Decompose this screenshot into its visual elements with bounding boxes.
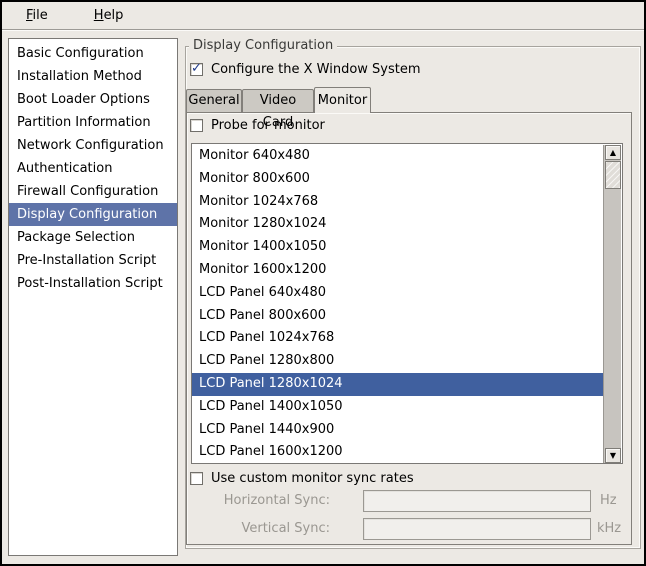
vertical-sync-input[interactable] (363, 518, 591, 540)
sidebar-item-network-configuration[interactable]: Network Configuration (9, 134, 177, 157)
sidebar-item-display-configuration[interactable]: Display Configuration (9, 203, 177, 226)
sidebar-item-installation-method[interactable]: Installation Method (9, 65, 177, 88)
horizontal-sync-unit: Hz (600, 490, 617, 512)
monitor-list-item[interactable]: LCD Panel 1400x1050 (192, 396, 604, 419)
sidebar-item-partition-information[interactable]: Partition Information (9, 111, 177, 134)
section-list: Basic Configuration Installation Method … (8, 38, 178, 556)
sidebar-item-pre-installation-script[interactable]: Pre-Installation Script (9, 249, 177, 272)
probe-for-monitor-label: Probe for monitor (211, 117, 325, 134)
up-arrow-icon: ▲ (610, 149, 616, 157)
sidebar-item-firewall-configuration[interactable]: Firewall Configuration (9, 180, 177, 203)
monitor-list-item[interactable]: LCD Panel 640x480 (192, 282, 604, 305)
vertical-sync-label: Vertical Sync: (152, 518, 330, 540)
custom-sync-rates-checkbox[interactable] (190, 472, 203, 485)
tab-monitor[interactable]: Monitor (314, 87, 371, 113)
monitor-list-item[interactable]: LCD Panel 1440x900 (192, 419, 604, 442)
kickstart-configurator-window: File Help Basic Configuration Installati… (0, 0, 646, 566)
scrollbar-down-button[interactable]: ▼ (605, 448, 621, 463)
horizontal-sync-input[interactable] (363, 490, 591, 512)
sidebar-item-package-selection[interactable]: Package Selection (9, 226, 177, 249)
menubar: File Help (2, 2, 644, 30)
monitor-list-item-selected[interactable]: LCD Panel 1280x1024 (192, 373, 604, 396)
monitor-list-item[interactable]: Monitor 640x480 (192, 145, 604, 168)
configure-x-checkbox[interactable]: ✓ (190, 63, 203, 76)
menu-help[interactable]: Help (88, 6, 130, 25)
monitor-list-item[interactable]: LCD Panel 1600x1200 (192, 441, 604, 464)
menu-file[interactable]: File (20, 6, 54, 25)
monitor-list-item[interactable]: LCD Panel 1024x768 (192, 327, 604, 350)
configure-x-label: Configure the X Window System (211, 61, 421, 78)
monitor-list-item[interactable]: LCD Panel 800x600 (192, 305, 604, 328)
monitor-list: Monitor 640x480 Monitor 800x600 Monitor … (191, 143, 623, 464)
monitor-list-item[interactable]: LCD Panel 1280x800 (192, 350, 604, 373)
sidebar-item-authentication[interactable]: Authentication (9, 157, 177, 180)
monitor-list-item[interactable]: Monitor 1400x1050 (192, 236, 604, 259)
frame-title: Display Configuration (189, 38, 337, 53)
monitor-list-item[interactable]: Monitor 1280x1024 (192, 213, 604, 236)
scrollbar-thumb[interactable] (605, 161, 621, 189)
sidebar-item-boot-loader-options[interactable]: Boot Loader Options (9, 88, 177, 111)
vertical-sync-unit: kHz (597, 518, 621, 540)
monitor-list-item[interactable]: Monitor 1600x1200 (192, 259, 604, 282)
down-arrow-icon: ▼ (610, 452, 616, 460)
tab-video-card[interactable]: Video Card (242, 89, 314, 112)
horizontal-sync-label: Horizontal Sync: (152, 490, 330, 512)
monitor-list-item[interactable]: Monitor 1024x768 (192, 191, 604, 214)
checkmark-icon: ✓ (191, 61, 202, 77)
custom-sync-rates-label: Use custom monitor sync rates (211, 470, 414, 487)
sidebar-item-post-installation-script[interactable]: Post-Installation Script (9, 272, 177, 295)
monitor-list-item[interactable]: Monitor 800x600 (192, 168, 604, 191)
tab-general[interactable]: General (186, 89, 242, 112)
monitor-list-scrollbar[interactable]: ▲ ▼ (603, 145, 621, 463)
scrollbar-up-button[interactable]: ▲ (605, 145, 621, 160)
probe-for-monitor-checkbox[interactable] (190, 119, 203, 132)
sidebar-item-basic-configuration[interactable]: Basic Configuration (9, 42, 177, 65)
